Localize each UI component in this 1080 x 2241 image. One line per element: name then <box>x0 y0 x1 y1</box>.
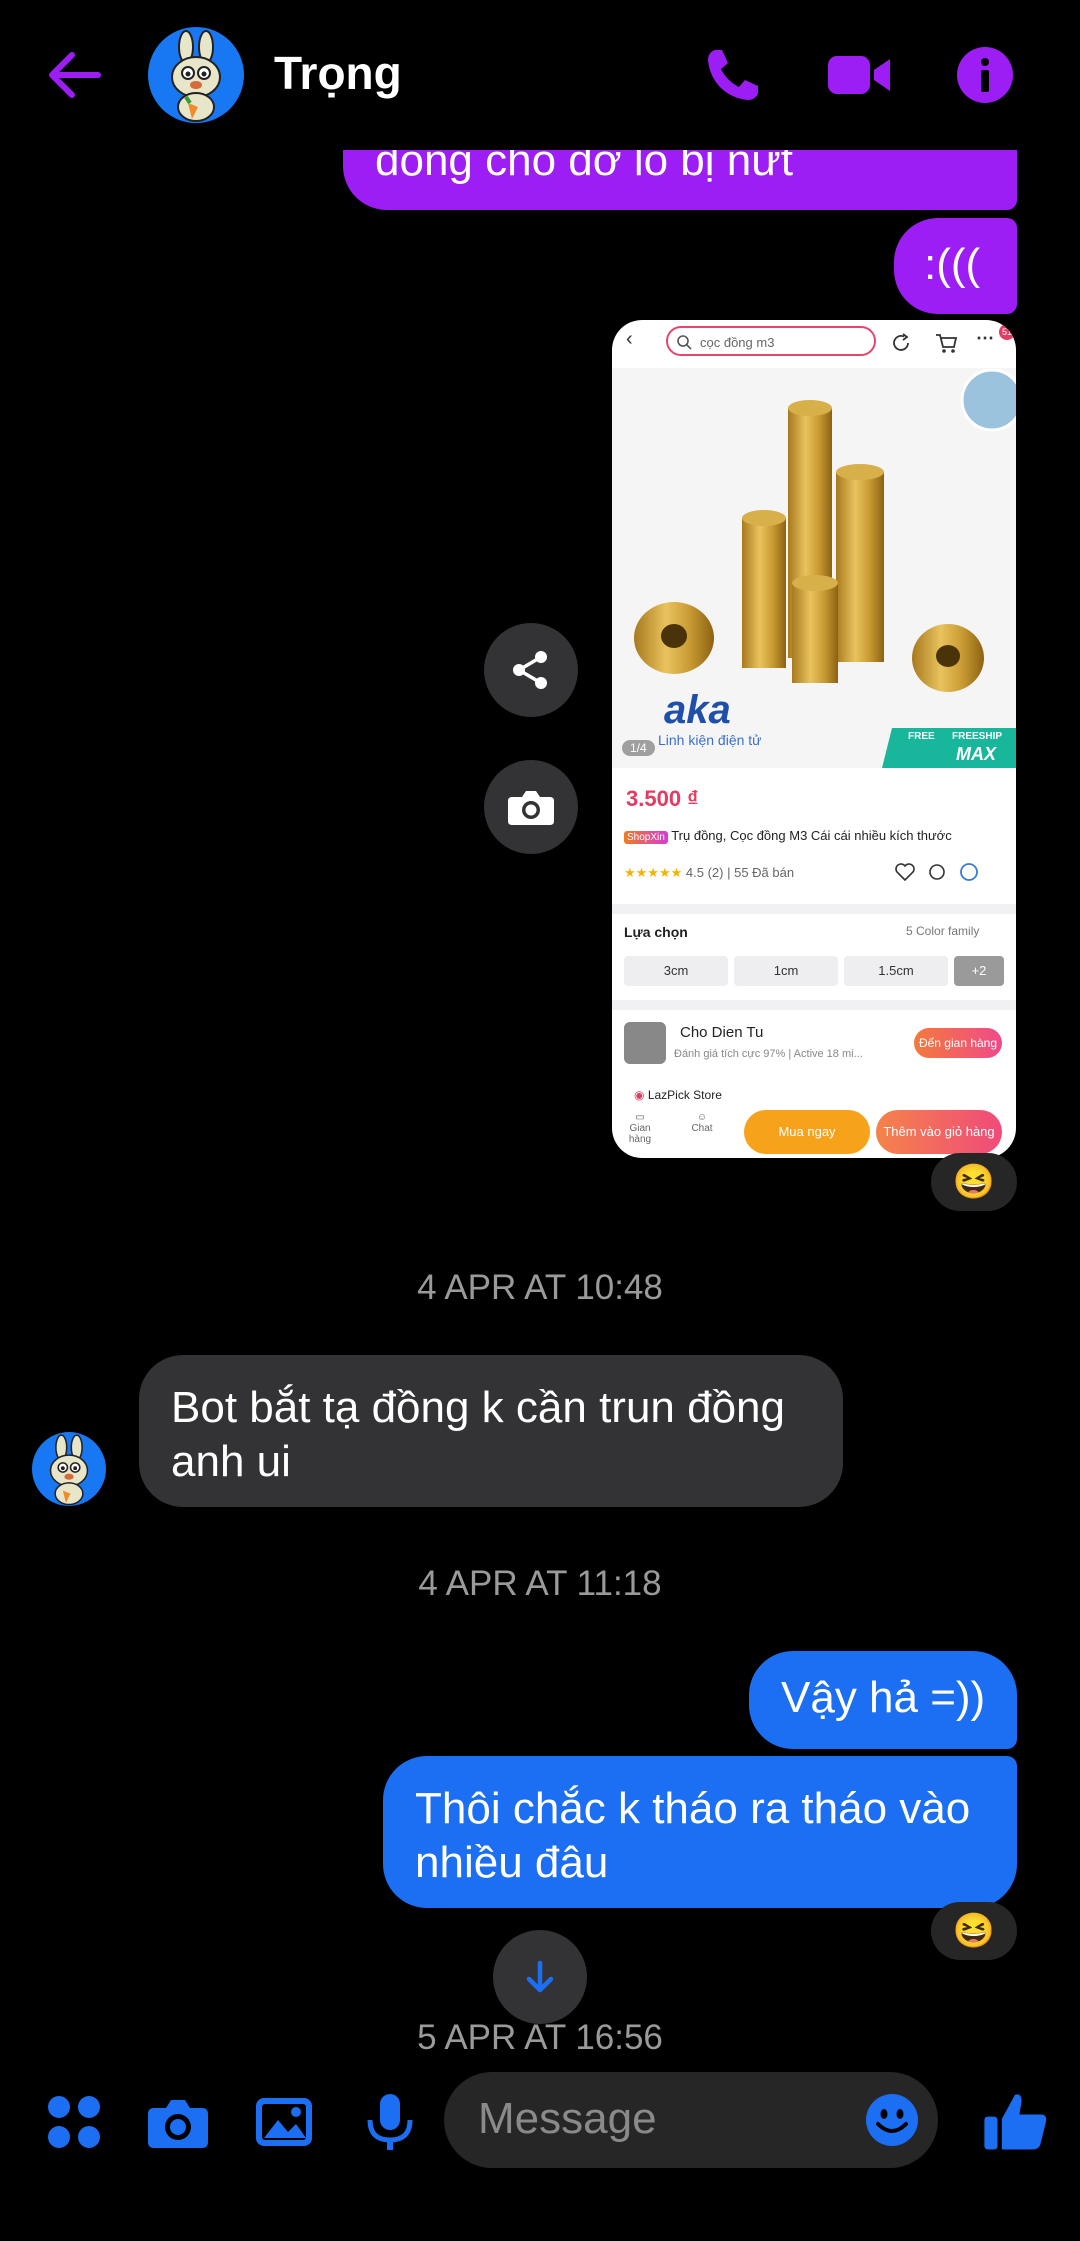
shot-store-name: Cho Dien Tu <box>680 1024 764 1041</box>
shot-color-family: 5 Color family <box>906 924 980 938</box>
shot-buy-now: Mua ngay <box>744 1110 870 1154</box>
shot-option: 3cm <box>624 956 728 986</box>
shot-refresh-icon <box>893 333 909 351</box>
shot-shop-badge: ShopXin <box>624 831 668 844</box>
shot-more-icon: ⋯ <box>976 328 994 348</box>
shot-search-text: cọc đồng m3 <box>700 335 775 350</box>
message-bubble-sent[interactable]: Thôi chắc k tháo ra tháo vào nhiều đâu <box>383 1756 1017 1908</box>
shot-nav-chat: ☺ Chat <box>691 1112 713 1134</box>
shot-store-logo <box>624 1022 666 1064</box>
shot-back-icon: ‹ <box>626 328 633 350</box>
shot-freeship-label: FREESHIP <box>952 731 1003 742</box>
share-icon <box>513 651 547 689</box>
microphone-icon[interactable] <box>358 2090 422 2154</box>
shot-option: 1.5cm <box>844 956 948 986</box>
share-button[interactable] <box>484 623 578 717</box>
shot-store-stats: Đánh giá tích cực 97% | Active 18 mi... <box>674 1048 863 1060</box>
message-bubble-sent[interactable]: Vậy hả =)) <box>749 1651 1017 1749</box>
shot-divider <box>612 1000 1016 1010</box>
chat-header: Trọng <box>0 0 1080 150</box>
shot-messenger-icon <box>960 863 978 881</box>
shot-option: 1cm <box>734 956 838 986</box>
contact-name[interactable]: Trọng <box>274 46 402 100</box>
shot-store-button: Đến gian hàng <box>914 1028 1002 1058</box>
message-reaction[interactable]: 😆 <box>931 1153 1017 1211</box>
video-call-icon[interactable] <box>824 40 894 110</box>
back-arrow-icon[interactable] <box>40 40 110 110</box>
apps-icon[interactable] <box>42 2090 106 2154</box>
phone-icon[interactable] <box>698 40 768 110</box>
camera-icon[interactable] <box>146 2090 210 2154</box>
message-bubble-sent[interactable]: :((( <box>894 218 1017 314</box>
timestamp: 4 APR AT 11:18 <box>418 1564 662 1603</box>
shot-cart-badge: 51 <box>999 324 1015 340</box>
sender-avatar[interactable] <box>32 1432 106 1506</box>
camera-icon <box>508 791 554 825</box>
message-text: Vậy hả =)) <box>781 1673 986 1722</box>
like-icon[interactable] <box>980 2086 1050 2156</box>
shot-share-icon <box>929 864 945 880</box>
shot-divider <box>612 904 1016 914</box>
shot-price: 3.500 ₫ <box>626 786 699 811</box>
message-input[interactable]: Message <box>444 2072 938 2168</box>
camera-reply-button[interactable] <box>484 760 578 854</box>
shot-nav-shop: ▭ Gian hàng <box>628 1112 652 1145</box>
shot-image-counter: 1/4 <box>622 740 655 756</box>
scroll-to-bottom-button[interactable] <box>493 1930 587 2024</box>
message-text: Thôi chắc k tháo ra tháo vào nhiều đâu <box>415 1784 971 1887</box>
shot-option-more: +2 <box>954 956 1004 986</box>
shot-max-label: MAX <box>956 744 996 764</box>
message-placeholder: Message <box>478 2094 657 2143</box>
shot-free-label: FREE <box>908 731 935 742</box>
contact-avatar[interactable] <box>148 27 244 123</box>
timestamp: 5 APR AT 16:56 <box>417 2018 663 2057</box>
shot-brand-logo: aka <box>664 688 731 732</box>
shot-stars: ★★★★★ <box>624 865 683 880</box>
image-message[interactable]: ‹ cọc đồng m3 ⋯ 51 aka Linh kiện điện tử… <box>612 320 1016 1158</box>
shot-product-title: ShopXin Trụ đồng, Cọc đồng M3 Cái cái nh… <box>624 828 952 844</box>
shot-brand-tagline: Linh kiện điện tử <box>658 732 762 748</box>
shot-search-icon <box>677 335 692 350</box>
message-text: :((( <box>924 240 981 289</box>
product-image: aka Linh kiện điện tử 1/4 FREE FREESHIP … <box>612 368 1016 768</box>
gallery-icon[interactable] <box>252 2090 316 2154</box>
message-reaction[interactable]: 😆 <box>931 1902 1017 1960</box>
shot-add-cart: Thêm vào giỏ hàng <box>876 1110 1002 1154</box>
shot-lazpick: ◉ LazPick Store <box>634 1088 722 1102</box>
shot-rating-row: ★★★★★ 4.5 (2) | 55 Đã bán <box>624 865 795 880</box>
shot-heart-icon <box>895 863 915 882</box>
shot-cart-icon <box>936 334 958 353</box>
shot-topbar: ‹ cọc đồng m3 ⋯ 51 <box>612 320 1016 368</box>
emoji-icon[interactable] <box>864 2092 920 2148</box>
arrow-down-icon <box>526 1960 554 1993</box>
info-icon[interactable] <box>950 40 1020 110</box>
shot-search-box: cọc đồng m3 <box>666 326 876 356</box>
message-text: Bot bắt tạ đồng k cần trun đồng anh ui <box>171 1383 786 1486</box>
message-bubble-received[interactable]: Bot bắt tạ đồng k cần trun đồng anh ui <box>139 1355 843 1507</box>
shot-options-label: Lựa chọn <box>624 924 688 940</box>
timestamp: 4 APR AT 10:48 <box>417 1268 663 1307</box>
